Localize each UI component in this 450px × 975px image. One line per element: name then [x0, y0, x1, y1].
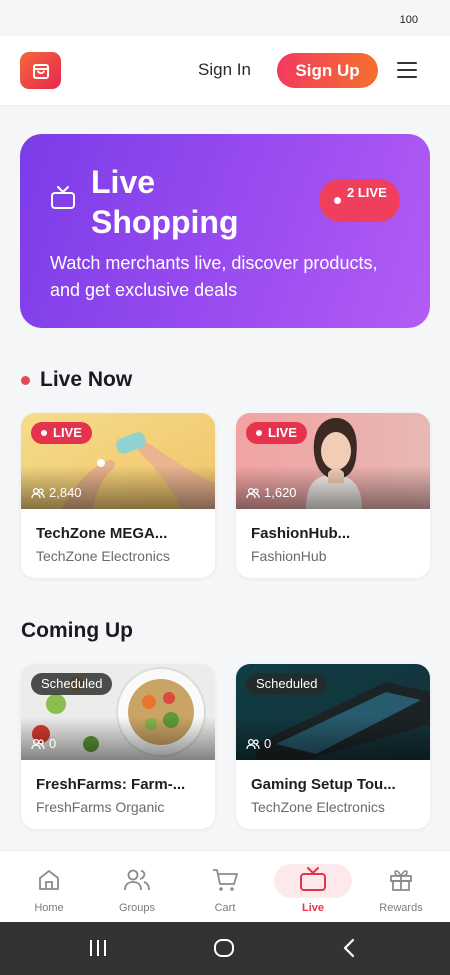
live-stream-card[interactable]: LIVE 2,840 TechZone MEGA... TechZone Ele…	[21, 413, 215, 578]
nav-item-home[interactable]: Home	[4, 851, 94, 923]
viewer-count-value: 1,620	[264, 485, 297, 500]
bottom-navigation: Home Groups Cart Live Rewards	[0, 850, 450, 922]
merchant-name: TechZone Electronics	[36, 548, 170, 564]
upcoming-stream-card[interactable]: Scheduled 0 FreshFarms: Farm-... FreshFa…	[21, 664, 215, 829]
stream-title: Gaming Setup Tou...	[251, 776, 396, 793]
banner-subtitle: Watch merchants live, discover products,…	[50, 253, 378, 300]
stream-title: FreshFarms: Farm-...	[36, 776, 186, 793]
tv-icon	[51, 186, 75, 209]
live-shopping-banner: Live Shopping 2 LIVE Watch merchants liv…	[20, 134, 430, 328]
section-title-live-now: Live Now	[40, 368, 133, 391]
upcoming-stream-card[interactable]: Scheduled 0 Gaming Setup Tou... TechZone…	[236, 664, 430, 829]
scheduled-badge: Scheduled	[31, 673, 113, 695]
nav-item-cart[interactable]: Cart	[180, 851, 270, 923]
stream-title: FashionHub...	[251, 525, 351, 542]
cart-icon	[213, 869, 238, 891]
live-indicator-dot	[21, 376, 30, 385]
nav-item-live[interactable]: Live	[268, 851, 358, 923]
page-title: Live Shopping	[91, 164, 239, 240]
app-header: Sign In Sign Up	[0, 36, 450, 106]
hamburger-menu-icon[interactable]	[397, 62, 417, 78]
nav-item-groups[interactable]: Groups	[92, 851, 182, 923]
nav-label-home: Home	[34, 902, 64, 914]
live-stream-card[interactable]: LIVE 1,620 FashionHub... FashionHub	[236, 413, 430, 578]
viewer-count: 0	[246, 736, 271, 751]
stream-title: TechZone MEGA...	[36, 525, 168, 542]
merchant-name: FreshFarms Organic	[36, 799, 165, 815]
viewer-count-value: 0	[49, 736, 57, 751]
live-count-badge: 2 LIVE	[319, 179, 400, 222]
shopping-bag-logo-icon[interactable]	[20, 52, 61, 89]
system-navigation-bar	[0, 922, 450, 975]
home-button-icon[interactable]	[213, 938, 235, 958]
viewer-count: 1,620	[246, 485, 297, 500]
nav-label-live: Live	[301, 902, 324, 914]
nav-item-rewards[interactable]: Rewards	[356, 851, 446, 923]
nav-label-rewards: Rewards	[379, 902, 423, 914]
live-badge: LIVE	[246, 422, 307, 444]
tv-icon	[300, 867, 326, 891]
live-badge: LIVE	[31, 422, 92, 444]
viewers-icon	[246, 487, 260, 498]
battery-level: 100	[399, 14, 418, 26]
viewers-icon	[31, 487, 45, 498]
live-count-label: 2 LIVE	[347, 185, 387, 200]
sign-up-button[interactable]: Sign Up	[277, 53, 378, 88]
merchant-name: TechZone Electronics	[251, 799, 385, 815]
section-title-coming-up: Coming Up	[21, 619, 133, 642]
viewers-icon	[246, 738, 260, 749]
users-icon	[124, 869, 150, 891]
recent-apps-icon[interactable]	[88, 939, 108, 957]
live-dot-icon	[334, 197, 341, 204]
nav-label-cart: Cart	[214, 902, 236, 914]
viewers-icon	[31, 738, 45, 749]
viewer-count-value: 2,840	[49, 485, 82, 500]
gift-icon	[390, 870, 412, 891]
scheduled-badge: Scheduled	[246, 673, 328, 695]
home-icon	[39, 870, 59, 890]
nav-label-groups: Groups	[118, 902, 156, 914]
viewer-count-value: 0	[264, 736, 272, 751]
status-bar: 100	[0, 0, 450, 36]
merchant-name: FashionHub	[251, 548, 327, 564]
viewer-count: 2,840	[31, 485, 82, 500]
viewer-count: 0	[31, 736, 56, 751]
back-icon[interactable]	[341, 938, 357, 958]
sign-in-link[interactable]: Sign In	[198, 60, 251, 80]
